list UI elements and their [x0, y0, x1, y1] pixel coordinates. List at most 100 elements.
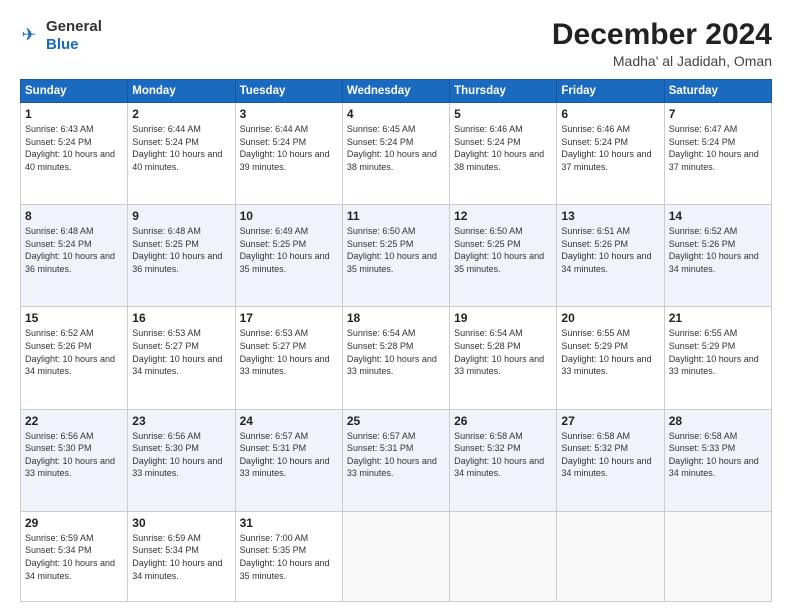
calendar-cell: 29 Sunrise: 6:59 AM Sunset: 5:34 PM Dayl…	[21, 511, 128, 601]
day-number: 28	[669, 414, 767, 428]
calendar-cell: 18 Sunrise: 6:54 AM Sunset: 5:28 PM Dayl…	[342, 307, 449, 409]
day-number: 19	[454, 311, 552, 325]
calendar-cell: 19 Sunrise: 6:54 AM Sunset: 5:28 PM Dayl…	[450, 307, 557, 409]
day-info: Sunrise: 6:46 AM Sunset: 5:24 PM Dayligh…	[561, 123, 659, 173]
day-number: 25	[347, 414, 445, 428]
calendar-cell: 25 Sunrise: 6:57 AM Sunset: 5:31 PM Dayl…	[342, 409, 449, 511]
day-number: 13	[561, 209, 659, 223]
day-number: 27	[561, 414, 659, 428]
day-number: 2	[132, 107, 230, 121]
weekday-tuesday: Tuesday	[235, 80, 342, 103]
week-row-2: 8 Sunrise: 6:48 AM Sunset: 5:24 PM Dayli…	[21, 205, 772, 307]
calendar-cell: 20 Sunrise: 6:55 AM Sunset: 5:29 PM Dayl…	[557, 307, 664, 409]
day-info: Sunrise: 6:45 AM Sunset: 5:24 PM Dayligh…	[347, 123, 445, 173]
calendar-cell: 4 Sunrise: 6:45 AM Sunset: 5:24 PM Dayli…	[342, 103, 449, 205]
calendar-cell: 22 Sunrise: 6:56 AM Sunset: 5:30 PM Dayl…	[21, 409, 128, 511]
day-info: Sunrise: 6:51 AM Sunset: 5:26 PM Dayligh…	[561, 225, 659, 275]
day-number: 3	[240, 107, 338, 121]
day-info: Sunrise: 6:50 AM Sunset: 5:25 PM Dayligh…	[454, 225, 552, 275]
calendar-cell: 7 Sunrise: 6:47 AM Sunset: 5:24 PM Dayli…	[664, 103, 771, 205]
day-number: 30	[132, 516, 230, 530]
logo-blue: Blue	[46, 36, 79, 53]
day-number: 6	[561, 107, 659, 121]
calendar-table: SundayMondayTuesdayWednesdayThursdayFrid…	[20, 79, 772, 602]
svg-text:✈: ✈	[22, 25, 36, 45]
calendar-cell: 8 Sunrise: 6:48 AM Sunset: 5:24 PM Dayli…	[21, 205, 128, 307]
calendar-cell: 2 Sunrise: 6:44 AM Sunset: 5:24 PM Dayli…	[128, 103, 235, 205]
calendar-cell: 3 Sunrise: 6:44 AM Sunset: 5:24 PM Dayli…	[235, 103, 342, 205]
calendar-cell: 6 Sunrise: 6:46 AM Sunset: 5:24 PM Dayli…	[557, 103, 664, 205]
day-number: 23	[132, 414, 230, 428]
day-info: Sunrise: 6:57 AM Sunset: 5:31 PM Dayligh…	[347, 430, 445, 480]
calendar-cell: 31 Sunrise: 7:00 AM Sunset: 5:35 PM Dayl…	[235, 511, 342, 601]
day-info: Sunrise: 7:00 AM Sunset: 5:35 PM Dayligh…	[240, 532, 338, 582]
week-row-3: 15 Sunrise: 6:52 AM Sunset: 5:26 PM Dayl…	[21, 307, 772, 409]
logo-general: General	[46, 18, 102, 35]
day-info: Sunrise: 6:59 AM Sunset: 5:34 PM Dayligh…	[132, 532, 230, 582]
day-info: Sunrise: 6:53 AM Sunset: 5:27 PM Dayligh…	[240, 327, 338, 377]
day-info: Sunrise: 6:53 AM Sunset: 5:27 PM Dayligh…	[132, 327, 230, 377]
week-row-4: 22 Sunrise: 6:56 AM Sunset: 5:30 PM Dayl…	[21, 409, 772, 511]
calendar-cell: 24 Sunrise: 6:57 AM Sunset: 5:31 PM Dayl…	[235, 409, 342, 511]
day-info: Sunrise: 6:46 AM Sunset: 5:24 PM Dayligh…	[454, 123, 552, 173]
day-number: 5	[454, 107, 552, 121]
calendar-cell: 21 Sunrise: 6:55 AM Sunset: 5:29 PM Dayl…	[664, 307, 771, 409]
calendar-cell: 9 Sunrise: 6:48 AM Sunset: 5:25 PM Dayli…	[128, 205, 235, 307]
calendar-cell	[664, 511, 771, 601]
day-info: Sunrise: 6:54 AM Sunset: 5:28 PM Dayligh…	[454, 327, 552, 377]
day-number: 17	[240, 311, 338, 325]
calendar-cell: 27 Sunrise: 6:58 AM Sunset: 5:32 PM Dayl…	[557, 409, 664, 511]
day-number: 11	[347, 209, 445, 223]
weekday-saturday: Saturday	[664, 80, 771, 103]
weekday-thursday: Thursday	[450, 80, 557, 103]
calendar-cell: 12 Sunrise: 6:50 AM Sunset: 5:25 PM Dayl…	[450, 205, 557, 307]
day-number: 21	[669, 311, 767, 325]
page: ✈ General Blue December 2024 Madha' al J…	[0, 0, 792, 612]
calendar-cell: 23 Sunrise: 6:56 AM Sunset: 5:30 PM Dayl…	[128, 409, 235, 511]
calendar-cell	[342, 511, 449, 601]
day-number: 1	[25, 107, 123, 121]
day-number: 29	[25, 516, 123, 530]
calendar-cell: 30 Sunrise: 6:59 AM Sunset: 5:34 PM Dayl…	[128, 511, 235, 601]
day-number: 16	[132, 311, 230, 325]
day-number: 4	[347, 107, 445, 121]
month-title: December 2024	[552, 18, 772, 51]
day-number: 12	[454, 209, 552, 223]
calendar-cell: 13 Sunrise: 6:51 AM Sunset: 5:26 PM Dayl…	[557, 205, 664, 307]
calendar-cell: 5 Sunrise: 6:46 AM Sunset: 5:24 PM Dayli…	[450, 103, 557, 205]
day-info: Sunrise: 6:47 AM Sunset: 5:24 PM Dayligh…	[669, 123, 767, 173]
day-info: Sunrise: 6:56 AM Sunset: 5:30 PM Dayligh…	[132, 430, 230, 480]
day-info: Sunrise: 6:49 AM Sunset: 5:25 PM Dayligh…	[240, 225, 338, 275]
day-info: Sunrise: 6:58 AM Sunset: 5:33 PM Dayligh…	[669, 430, 767, 480]
day-info: Sunrise: 6:55 AM Sunset: 5:29 PM Dayligh…	[669, 327, 767, 377]
weekday-sunday: Sunday	[21, 80, 128, 103]
day-info: Sunrise: 6:48 AM Sunset: 5:24 PM Dayligh…	[25, 225, 123, 275]
day-info: Sunrise: 6:48 AM Sunset: 5:25 PM Dayligh…	[132, 225, 230, 275]
header: ✈ General Blue December 2024 Madha' al J…	[20, 18, 772, 69]
day-info: Sunrise: 6:58 AM Sunset: 5:32 PM Dayligh…	[454, 430, 552, 480]
day-info: Sunrise: 6:57 AM Sunset: 5:31 PM Dayligh…	[240, 430, 338, 480]
calendar-cell: 10 Sunrise: 6:49 AM Sunset: 5:25 PM Dayl…	[235, 205, 342, 307]
day-info: Sunrise: 6:55 AM Sunset: 5:29 PM Dayligh…	[561, 327, 659, 377]
day-info: Sunrise: 6:58 AM Sunset: 5:32 PM Dayligh…	[561, 430, 659, 480]
day-number: 14	[669, 209, 767, 223]
calendar-cell: 17 Sunrise: 6:53 AM Sunset: 5:27 PM Dayl…	[235, 307, 342, 409]
day-info: Sunrise: 6:50 AM Sunset: 5:25 PM Dayligh…	[347, 225, 445, 275]
day-number: 26	[454, 414, 552, 428]
day-info: Sunrise: 6:59 AM Sunset: 5:34 PM Dayligh…	[25, 532, 123, 582]
day-number: 22	[25, 414, 123, 428]
day-info: Sunrise: 6:52 AM Sunset: 5:26 PM Dayligh…	[669, 225, 767, 275]
day-number: 24	[240, 414, 338, 428]
week-row-1: 1 Sunrise: 6:43 AM Sunset: 5:24 PM Dayli…	[21, 103, 772, 205]
day-number: 8	[25, 209, 123, 223]
calendar-cell: 28 Sunrise: 6:58 AM Sunset: 5:33 PM Dayl…	[664, 409, 771, 511]
weekday-header-row: SundayMondayTuesdayWednesdayThursdayFrid…	[21, 80, 772, 103]
weekday-monday: Monday	[128, 80, 235, 103]
day-number: 15	[25, 311, 123, 325]
calendar-cell: 14 Sunrise: 6:52 AM Sunset: 5:26 PM Dayl…	[664, 205, 771, 307]
weekday-wednesday: Wednesday	[342, 80, 449, 103]
calendar-cell: 15 Sunrise: 6:52 AM Sunset: 5:26 PM Dayl…	[21, 307, 128, 409]
weekday-friday: Friday	[557, 80, 664, 103]
day-number: 18	[347, 311, 445, 325]
calendar-cell: 16 Sunrise: 6:53 AM Sunset: 5:27 PM Dayl…	[128, 307, 235, 409]
